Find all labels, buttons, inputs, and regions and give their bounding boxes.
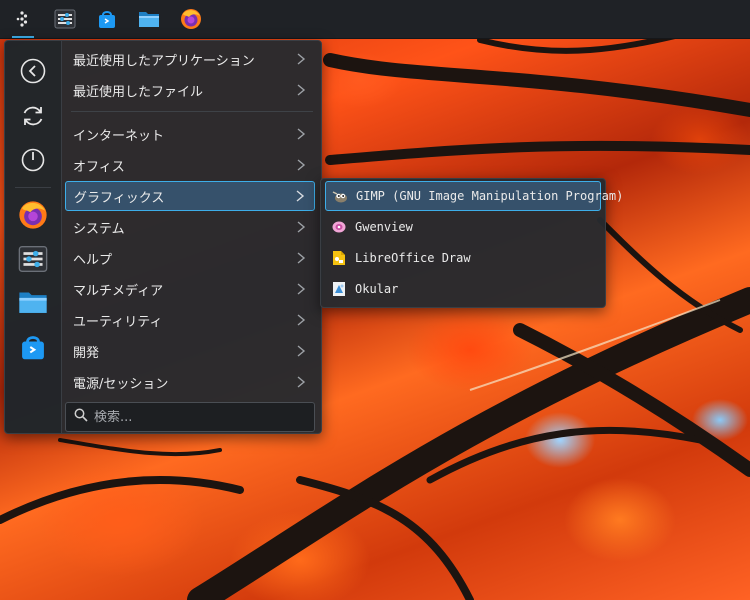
category-utilities[interactable]: ユーティリティ: [65, 305, 315, 335]
category-label: システム: [73, 221, 125, 237]
category-recent-apps[interactable]: 最近使用したアプリケーション: [65, 44, 315, 74]
firefox-icon: [19, 201, 47, 229]
taskbar-discover[interactable]: [86, 0, 128, 38]
restart-icon: [23, 106, 43, 126]
menu-divider: [71, 111, 313, 112]
system-settings-icon: [18, 246, 48, 272]
app-label: Gwenview: [355, 220, 413, 234]
category-recent-files[interactable]: 最近使用したファイル: [65, 75, 315, 105]
category-graphics[interactable]: グラフィックス: [65, 181, 315, 211]
favorite-discover[interactable]: [15, 329, 51, 365]
back-icon: [20, 58, 46, 84]
taskbar-file-manager[interactable]: [128, 0, 170, 38]
category-development[interactable]: 開発: [65, 336, 315, 366]
category-label: マルチメディア: [73, 283, 164, 299]
application-launcher-button[interactable]: [2, 0, 44, 38]
category-label: 開発: [73, 345, 100, 361]
search-input[interactable]: [94, 409, 294, 425]
search-field[interactable]: [65, 402, 315, 432]
libreoffice-draw-icon: [331, 250, 347, 266]
app-label: GIMP (GNU Image Manipulation Program): [356, 189, 624, 203]
application-launcher-menu: 最近使用したアプリケーション 最近使用したファイル インターネット オフィス グ…: [4, 40, 322, 434]
chevron-right-icon: [293, 312, 309, 328]
app-libreoffice-draw[interactable]: LibreOffice Draw: [325, 243, 601, 273]
chevron-right-icon: [293, 281, 309, 297]
category-label: 最近使用したアプリケーション: [73, 53, 255, 69]
discover-store-icon: [22, 336, 44, 360]
chevron-right-icon: [293, 250, 309, 266]
taskbar-firefox[interactable]: [170, 0, 212, 38]
sidebar-divider: [15, 187, 51, 188]
power-icon: [21, 148, 45, 172]
app-label: Okular: [355, 282, 399, 296]
app-okular[interactable]: Okular: [325, 274, 601, 304]
okular-icon: [331, 281, 347, 297]
restart-button[interactable]: [15, 98, 51, 134]
category-label: ヘルプ: [73, 252, 113, 268]
chevron-right-icon: [293, 374, 309, 390]
favorite-firefox[interactable]: [15, 197, 51, 233]
chevron-right-icon: [293, 343, 309, 359]
category-help[interactable]: ヘルプ: [65, 243, 315, 273]
graphics-submenu: GIMP (GNU Image Manipulation Program) Gw…: [320, 178, 623, 308]
discover-store-icon: [99, 11, 115, 28]
gimp-icon: [332, 188, 348, 204]
file-manager-icon: [19, 292, 47, 313]
gwenview-icon: [331, 219, 347, 235]
search-icon: [74, 408, 88, 426]
chevron-right-icon: [292, 188, 308, 204]
app-label: LibreOffice Draw: [355, 251, 471, 265]
taskbar-system-settings[interactable]: [44, 0, 86, 38]
category-power-session[interactable]: 電源/セッション: [65, 367, 315, 397]
category-label: ユーティリティ: [73, 314, 163, 330]
chevron-right-icon: [293, 157, 309, 173]
chevron-right-icon: [293, 126, 309, 142]
category-label: グラフィックス: [74, 190, 165, 206]
chevron-right-icon: [293, 219, 309, 235]
app-gimp[interactable]: GIMP (GNU Image Manipulation Program): [325, 181, 623, 211]
category-label: インターネット: [73, 128, 165, 144]
chevron-right-icon: [293, 51, 309, 67]
shutdown-button[interactable]: [15, 141, 51, 177]
category-multimedia[interactable]: マルチメディア: [65, 274, 315, 304]
favorite-file-manager[interactable]: [15, 284, 51, 320]
firefox-icon: [181, 9, 201, 29]
category-internet[interactable]: インターネット: [65, 119, 315, 149]
application-launcher-icon: [16, 11, 28, 27]
chevron-right-icon: [293, 82, 309, 98]
favorite-system-settings[interactable]: [15, 241, 51, 277]
category-office[interactable]: オフィス: [65, 150, 315, 180]
launcher-sidebar: [5, 41, 62, 433]
category-label: 最近使用したファイル: [73, 84, 204, 100]
back-button[interactable]: [15, 53, 51, 89]
category-label: オフィス: [73, 159, 125, 175]
category-label: 電源/セッション: [73, 376, 169, 392]
taskbar: [0, 0, 750, 39]
system-settings-icon: [54, 9, 76, 29]
file-manager-icon: [139, 12, 159, 27]
category-system[interactable]: システム: [65, 212, 315, 242]
app-gwenview[interactable]: Gwenview: [325, 212, 601, 242]
